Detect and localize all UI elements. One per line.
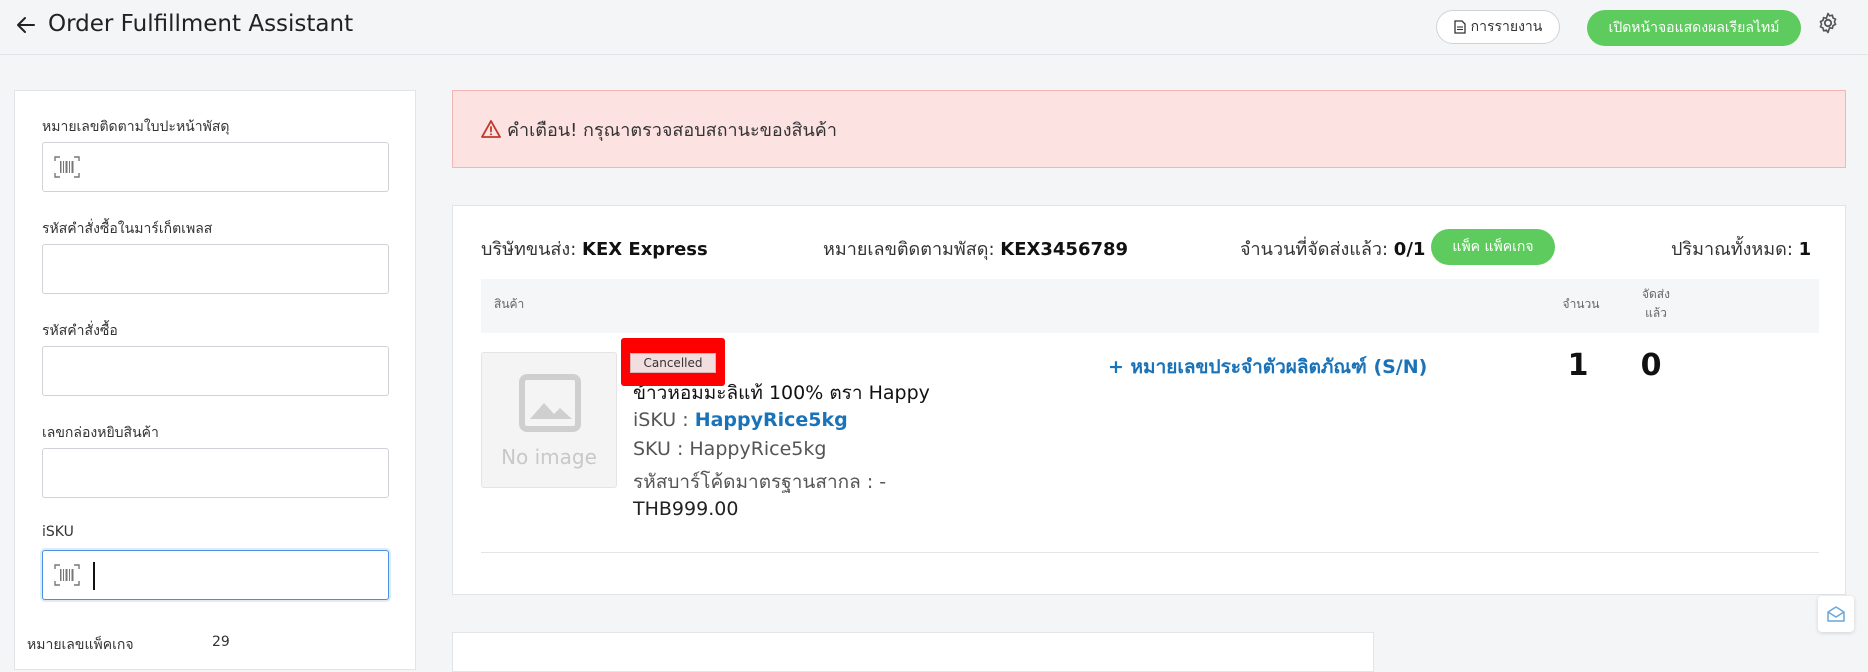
carrier-value: KEX Express	[582, 239, 708, 260]
items-table-header: สินค้า จำนวน จัดส่ง แล้ว	[481, 279, 1819, 333]
warning-alert: คำเตือน! กรุณาตรวจสอบสถานะของสินค้า	[452, 90, 1846, 168]
product-shipped-quantity: 0	[1640, 348, 1662, 383]
message-icon	[1827, 606, 1845, 622]
pick-box-input[interactable]	[42, 448, 389, 498]
column-header-shipped-line2: แล้ว	[1645, 306, 1667, 320]
text-cursor	[93, 562, 95, 590]
back-arrow-icon[interactable]	[14, 13, 38, 37]
row-divider	[481, 552, 1819, 553]
tracking-label: หมายเลขติดตามใบปะหน้าพัสดุ	[42, 119, 230, 135]
report-button[interactable]: การรายงาน	[1436, 10, 1560, 44]
status-highlight-box: Cancelled	[621, 338, 725, 386]
document-icon	[1453, 20, 1466, 34]
barcode-scan-icon	[54, 156, 80, 178]
product-quantity: 1	[1567, 348, 1589, 383]
product-barcode-line: รหัสบาร์โค้ดมาตรฐานสากล : -	[633, 471, 887, 493]
total-quantity-info: ปริมาณทั้งหมด: 1	[1671, 234, 1811, 263]
product-sku-line: SKU : HappyRice5kg	[633, 438, 827, 460]
status-badge: Cancelled	[630, 353, 716, 373]
marketplace-order-label: รหัสคำสั่งซื้อในมาร์เก็ตเพลส	[42, 221, 213, 237]
top-header: Order Fulfillment Assistant การรายงาน เป…	[0, 0, 1868, 55]
shipped-count-value: 0/1	[1393, 239, 1426, 260]
isku-input[interactable]	[42, 550, 389, 600]
carrier-label: บริษัทขนส่ง:	[481, 239, 577, 260]
add-serial-number-link[interactable]: + หมายเลขประจำตัวผลิตภัณฑ์ (S/N)	[1108, 352, 1427, 382]
shipped-count-label: จำนวนที่จัดส่งแล้ว:	[1240, 239, 1389, 260]
page-title: Order Fulfillment Assistant	[48, 11, 354, 37]
isku-label: iSKU	[42, 524, 74, 540]
shipment-tracking-label: หมายเลขติดตามพัสดุ:	[823, 239, 995, 260]
shipment-tracking-value: KEX3456789	[1000, 239, 1129, 260]
order-id-label: รหัสคำสั่งซื้อ	[42, 323, 118, 339]
column-header-shipped: จัดส่ง แล้ว	[1631, 285, 1681, 323]
shipped-count-info: จำนวนที่จัดส่งแล้ว: 0/1	[1240, 234, 1425, 263]
no-image-label: No image	[501, 445, 597, 469]
product-isku-label: iSKU :	[633, 409, 689, 431]
chat-widget-button[interactable]	[1818, 596, 1854, 632]
product-isku-value[interactable]: HappyRice5kg	[695, 409, 848, 431]
pick-box-label: เลขกล่องหยิบสินค้า	[42, 425, 159, 441]
package-number-value: 29	[212, 634, 230, 650]
lower-card	[452, 632, 1374, 672]
product-thumbnail: No image	[481, 352, 617, 488]
column-header-quantity: จำนวน	[1562, 297, 1600, 311]
product-price: THB999.00	[633, 498, 739, 520]
order-id-input[interactable]	[42, 346, 389, 396]
gear-icon[interactable]	[1816, 11, 1840, 35]
barcode-scan-icon	[54, 564, 80, 586]
pack-package-button[interactable]: แพ็ค แพ็คเกจ	[1431, 229, 1555, 265]
marketplace-order-input[interactable]	[42, 244, 389, 294]
tracking-input[interactable]	[42, 142, 389, 192]
column-header-product: สินค้า	[494, 297, 525, 311]
carrier-info: บริษัทขนส่ง: KEX Express	[481, 234, 708, 263]
product-isku-line: iSKU : HappyRice5kg	[633, 409, 848, 431]
total-quantity-value: 1	[1798, 239, 1812, 260]
image-placeholder-icon	[519, 374, 581, 432]
pack-package-label: แพ็ค แพ็คเกจ	[1452, 239, 1534, 255]
total-quantity-label: ปริมาณทั้งหมด:	[1671, 239, 1793, 260]
tracking-info: หมายเลขติดตามพัสดุ: KEX3456789	[823, 234, 1128, 263]
column-header-shipped-line1: จัดส่ง	[1641, 287, 1670, 301]
alert-message: คำเตือน! กรุณาตรวจสอบสถานะของสินค้า	[507, 119, 837, 141]
report-button-label: การรายงาน	[1470, 19, 1543, 35]
open-realtime-display-button[interactable]: เปิดหน้าจอแสดงผลเรียลไทม์	[1587, 10, 1801, 46]
scan-form-panel: หมายเลขติดตามใบปะหน้าพัสดุ รหัสคำสั่งซื้…	[14, 90, 416, 670]
shipment-card: บริษัทขนส่ง: KEX Express หมายเลขติดตามพั…	[452, 205, 1846, 595]
open-realtime-display-label: เปิดหน้าจอแสดงผลเรียลไทม์	[1608, 20, 1780, 36]
warning-icon	[481, 120, 501, 138]
package-number-label: หมายเลขแพ็คเกจ	[27, 637, 134, 653]
